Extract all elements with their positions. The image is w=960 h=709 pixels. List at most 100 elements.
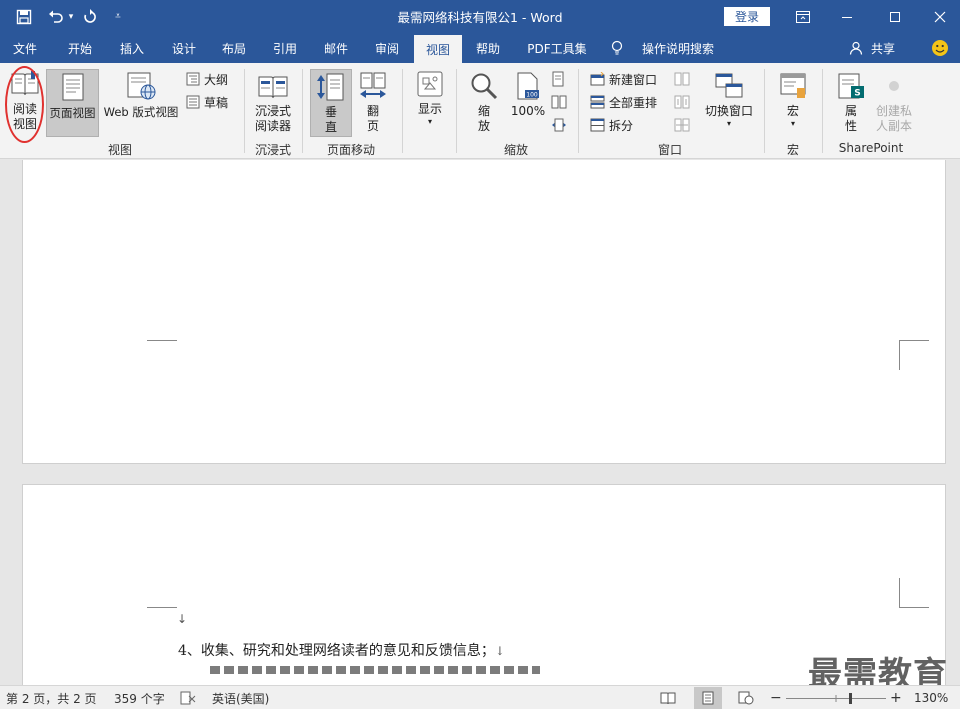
language-status[interactable]: 英语(美国) xyxy=(212,686,269,709)
status-bar: 第 2 页，共 2 页 359 个字 英语(美国) − + 130% xyxy=(0,685,960,709)
switch-windows-label: 切换窗口 xyxy=(704,104,753,118)
view-side-by-side-button xyxy=(674,69,694,89)
properties-button[interactable]: S 属 性 xyxy=(832,71,870,137)
one-page-button[interactable] xyxy=(551,69,569,89)
tab-help[interactable]: 帮助 xyxy=(468,33,508,63)
web-layout-status-icon[interactable] xyxy=(738,686,754,709)
zoom-in-button[interactable]: + xyxy=(890,686,902,709)
zoom-slider[interactable] xyxy=(786,686,886,709)
arrange-all-label: 全部重排 xyxy=(609,95,658,110)
outline-button[interactable]: 大纲 xyxy=(186,69,228,89)
private-copy-label: 创建私 人副本 xyxy=(875,104,912,133)
vertical-scroll-icon xyxy=(317,73,344,101)
arrange-all-button[interactable]: 全部重排 xyxy=(590,92,657,112)
tab-home[interactable]: 开始 xyxy=(60,33,100,63)
new-window-icon xyxy=(590,72,605,86)
print-layout-status-icon[interactable] xyxy=(694,687,722,709)
tab-review[interactable]: 审阅 xyxy=(367,33,407,63)
minimize-icon[interactable] xyxy=(832,0,862,33)
document-area[interactable]: ↓ 4、收集、研究和处理网络读者的意见和反馈信息；↓ xyxy=(0,160,960,685)
tab-references[interactable]: 引用 xyxy=(265,33,305,63)
tab-view[interactable]: 视图 xyxy=(414,35,462,63)
side-to-side-icon xyxy=(360,72,386,98)
tab-mailings[interactable]: 邮件 xyxy=(316,33,356,63)
group-separator xyxy=(822,69,823,153)
page-count-status[interactable]: 第 2 页，共 2 页 xyxy=(6,686,97,709)
group-separator xyxy=(456,69,457,153)
macros-label: 宏 xyxy=(786,104,799,118)
macros-icon xyxy=(780,73,806,98)
zoom-100-icon: 100 xyxy=(517,72,539,100)
zoom-level[interactable]: 130% xyxy=(914,686,948,709)
show-dropdown-icon: ▾ xyxy=(427,117,432,126)
zoom-out-button[interactable]: − xyxy=(770,686,782,709)
web-layout-button[interactable]: Web 版式视图 xyxy=(100,71,182,137)
margin-corner-mark xyxy=(147,578,177,608)
page-width-icon xyxy=(552,118,566,132)
login-button[interactable]: 登录 xyxy=(724,7,770,26)
tab-insert[interactable]: 插入 xyxy=(112,33,152,63)
tell-me-search[interactable]: 操作说明搜索 xyxy=(636,33,720,63)
group-separator xyxy=(764,69,765,153)
highlight-circle xyxy=(5,66,44,143)
multiple-pages-icon xyxy=(551,95,567,109)
show-button[interactable]: 显示 ▾ xyxy=(410,69,450,135)
word-count-status[interactable]: 359 个字 xyxy=(114,686,165,709)
draft-button[interactable]: 草稿 xyxy=(186,92,228,112)
tab-layout[interactable]: 布局 xyxy=(214,33,254,63)
read-mode-status-icon[interactable] xyxy=(660,686,676,709)
properties-label: 属 性 xyxy=(844,104,857,133)
split-button[interactable]: 拆分 xyxy=(590,115,633,135)
macros-dropdown-icon: ▾ xyxy=(790,119,795,128)
window-group-label: 窗口 xyxy=(657,143,682,157)
svg-text:S: S xyxy=(854,89,860,99)
macros-group-label: 宏 xyxy=(786,143,799,157)
page-movement-group-label: 页面移动 xyxy=(326,143,375,157)
undo-dropdown-icon[interactable]: ▾ xyxy=(66,0,76,33)
immersive-reader-icon xyxy=(258,76,288,99)
undo-icon[interactable] xyxy=(44,0,68,33)
print-layout-button[interactable]: 页面视图 xyxy=(46,69,99,137)
redo-icon[interactable] xyxy=(80,0,100,33)
close-icon[interactable] xyxy=(925,0,955,33)
smiley-feedback-icon[interactable] xyxy=(928,33,952,63)
magnifier-icon xyxy=(471,73,498,100)
ribbon: 阅读 视图 页面视图 Web 版式视图 大纲 草稿 视图 沉浸式 阅读器 沉浸式… xyxy=(0,63,960,159)
switch-windows-button[interactable]: 切换窗口 ▾ xyxy=(700,71,758,137)
page-1 xyxy=(22,160,946,464)
document-text-line[interactable]: 4、收集、研究和处理网络读者的意见和反馈信息；↓ xyxy=(178,640,505,660)
person-icon[interactable] xyxy=(846,33,866,63)
print-layout-icon xyxy=(62,73,83,101)
draft-icon xyxy=(186,95,200,109)
tab-design[interactable]: 设计 xyxy=(164,33,204,63)
group-separator xyxy=(402,69,403,153)
lightbulb-icon xyxy=(610,33,624,63)
zoom-100-button[interactable]: 100 100% xyxy=(508,71,548,137)
immersive-reader-button[interactable]: 沉浸式 阅读器 xyxy=(250,71,296,137)
maximize-icon[interactable] xyxy=(880,0,910,33)
customize-toolbar-icon[interactable]: ⩡ xyxy=(110,0,126,33)
save-icon[interactable] xyxy=(10,0,38,33)
new-window-button[interactable]: 新建窗口 xyxy=(590,69,657,89)
ribbon-tab-bar: 文件 开始 插入 设计 布局 引用 邮件 审阅 视图 帮助 PDF工具集 操作说… xyxy=(0,33,960,63)
ribbon-display-options-icon[interactable] xyxy=(788,0,818,33)
zoom-slider-track xyxy=(786,693,886,704)
multiple-pages-button[interactable] xyxy=(551,92,571,112)
switch-windows-icon xyxy=(715,73,743,98)
tab-file[interactable]: 文件 xyxy=(6,33,44,63)
paragraph-mark: ↓ xyxy=(177,612,188,626)
macros-button[interactable]: 宏 ▾ xyxy=(772,71,814,137)
share-button[interactable]: 共享 xyxy=(866,33,900,63)
zoom-button[interactable]: 缩 放 xyxy=(464,71,504,137)
print-layout-label: 页面视图 xyxy=(49,106,96,120)
proofing-icon[interactable] xyxy=(180,686,196,709)
margin-corner-mark xyxy=(899,578,929,608)
side-to-side-button[interactable]: 翻 页 xyxy=(354,71,392,137)
document-line-text: 4、收集、研究和处理网络读者的意见和反馈信息； xyxy=(178,643,495,659)
vertical-button[interactable]: 垂 直 xyxy=(310,69,352,137)
page-width-button[interactable] xyxy=(551,115,571,135)
immersive-reader-label: 沉浸式 阅读器 xyxy=(254,104,291,133)
tab-pdf-tools[interactable]: PDF工具集 xyxy=(522,33,592,63)
web-layout-label: Web 版式视图 xyxy=(103,105,179,119)
zoom-slider-thumb[interactable] xyxy=(849,693,852,704)
